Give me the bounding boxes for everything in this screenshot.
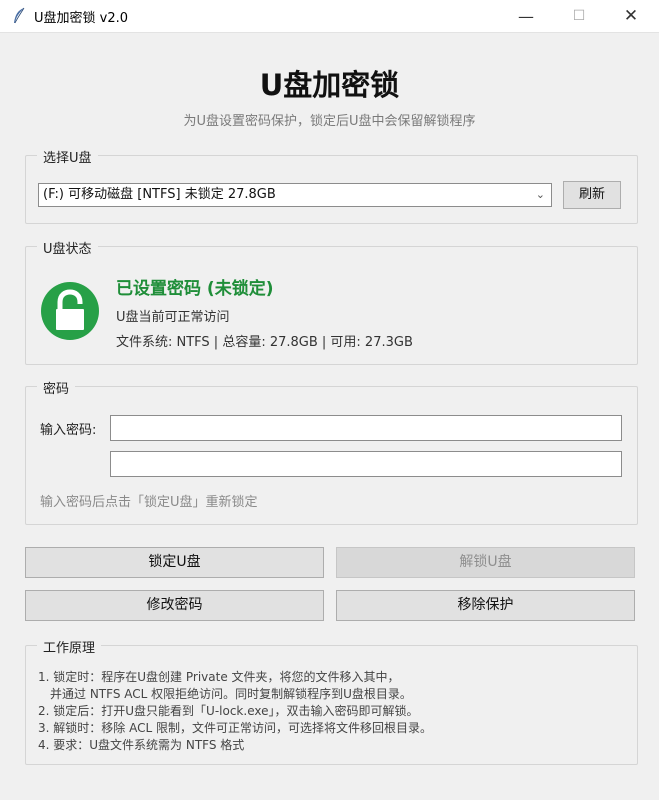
status-title: 已设置密码 (未锁定): [116, 279, 274, 299]
minimize-button[interactable]: —: [503, 0, 549, 32]
password-hint: 输入密码后点击「锁定U盘」重新锁定: [40, 495, 258, 510]
app-title: U盘加密锁: [259, 68, 400, 102]
status-group-label: U盘状态: [37, 238, 98, 257]
maximize-button[interactable]: ☐: [556, 0, 602, 32]
app-subtitle: 为U盘设置密码保护，锁定后U盘中会保留解锁程序: [183, 114, 476, 129]
remove-protection-button[interactable]: 移除保护: [336, 590, 635, 621]
principle-line: 2. 锁定后：打开U盘只能看到「U-lock.exe」，双击输入密码即可解锁。: [38, 704, 419, 718]
principle-line: 并通过 NTFS ACL 权限拒绝访问。同时复制解锁程序到U盘根目录。: [50, 687, 412, 701]
password-input-label: 输入密码:: [40, 423, 97, 438]
password-group-label: 密码: [37, 378, 76, 397]
feather-icon: [14, 7, 25, 24]
principle-line: 1. 锁定时：程序在U盘创建 Private 文件夹，将您的文件移入其中，: [38, 670, 400, 684]
select-drive-label: 选择U盘: [37, 147, 98, 166]
principle-group-label: 工作原理: [37, 637, 102, 656]
chevron-down-icon: ⌄: [535, 188, 545, 201]
principle-line: 4. 要求：U盘文件系统需为 NTFS 格式: [38, 738, 245, 752]
drive-select-value: (F:) 可移动磁盘 [NTFS] 未锁定 27.8GB: [43, 187, 276, 202]
status-description: U盘当前可正常访问: [116, 310, 230, 325]
close-button[interactable]: ✕: [608, 0, 654, 32]
confirm-password-input[interactable]: [110, 451, 622, 477]
principle-line: 3. 解锁时：移除 ACL 限制，文件可正常访问，可选择将文件移回根目录。: [38, 721, 432, 735]
change-password-button[interactable]: 修改密码: [25, 590, 324, 621]
window-title: U盘加密锁 v2.0: [34, 11, 129, 26]
title-bar: U盘加密锁 v2.0 — ☐ ✕: [0, 0, 659, 33]
lock-drive-button[interactable]: 锁定U盘: [25, 547, 324, 578]
principle-text: 1. 锁定时：程序在U盘创建 Private 文件夹，将您的文件移入其中， 并通…: [38, 669, 628, 753]
status-info: 文件系统: NTFS | 总容量: 27.8GB | 可用: 27.3GB: [116, 335, 413, 350]
password-input[interactable]: [110, 415, 622, 441]
unlock-drive-button[interactable]: 解锁U盘: [336, 547, 635, 578]
refresh-button[interactable]: 刷新: [563, 181, 621, 209]
drive-select[interactable]: (F:) 可移动磁盘 [NTFS] 未锁定 27.8GB ⌄: [38, 183, 552, 207]
unlocked-padlock-icon: [41, 282, 99, 340]
